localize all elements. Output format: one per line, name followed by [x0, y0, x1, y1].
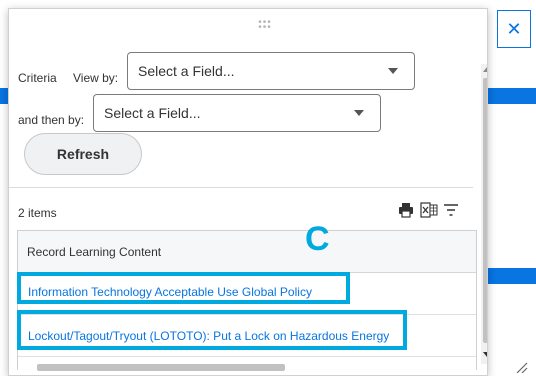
criteria-label: Criteria [18, 71, 57, 85]
table-header: Record Learning Content [18, 231, 476, 273]
horizontal-scrollbar[interactable] [25, 362, 475, 374]
close-button[interactable]: ✕ [497, 10, 531, 48]
then-by-label: and then by: [18, 113, 85, 127]
section-divider [9, 187, 473, 188]
scroll-down-arrow-icon[interactable] [483, 352, 487, 357]
then-by-select[interactable]: Select a Field... [93, 94, 381, 132]
then-by-value: Select a Field... [104, 105, 201, 121]
view-by-select[interactable]: Select a Field... [127, 52, 415, 90]
highlight-box-row-1 [17, 272, 350, 304]
drag-handle-icon[interactable]: ••• ••• [257, 18, 273, 33]
annotation-letter: C [305, 220, 330, 258]
vertical-scroll-thumb[interactable] [483, 78, 487, 343]
highlight-box-row-2 [17, 310, 407, 350]
resize-handle-icon[interactable] [514, 361, 528, 373]
scroll-up-arrow-icon[interactable] [483, 67, 487, 72]
vertical-scrollbar[interactable] [481, 64, 487, 364]
close-icon: ✕ [506, 19, 522, 39]
criteria-popup: ••• ••• Criteria View by: Select a Field.… [8, 8, 488, 376]
view-by-label: View by: [73, 71, 119, 85]
column-header-record-learning-content: Record Learning Content [27, 245, 162, 259]
chevron-down-icon [354, 110, 364, 116]
background-banner-right-lower [488, 268, 536, 284]
background-banner-left [0, 88, 8, 104]
excel-export-icon[interactable] [420, 202, 438, 218]
chevron-down-icon [388, 68, 398, 74]
view-by-value: Select a Field... [138, 63, 235, 79]
filter-icon[interactable] [443, 203, 459, 217]
horizontal-scroll-thumb[interactable] [37, 364, 285, 371]
background-banner-right [488, 88, 536, 104]
item-count: 2 items [18, 206, 57, 220]
print-icon[interactable] [398, 202, 414, 218]
refresh-button[interactable]: Refresh [24, 133, 142, 175]
